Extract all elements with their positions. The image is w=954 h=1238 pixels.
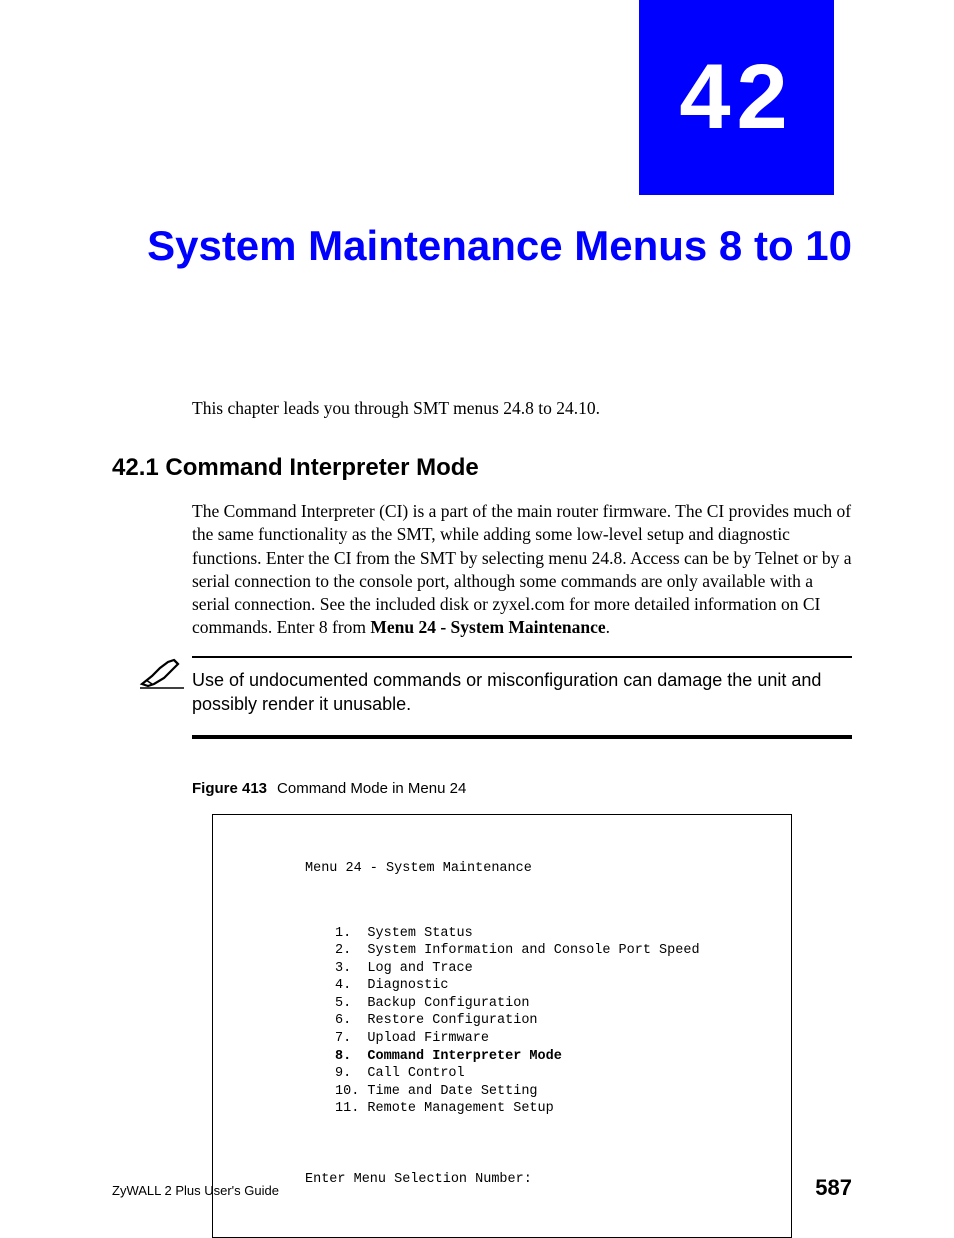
footer-guide-name: ZyWALL 2 Plus User's Guide: [112, 1183, 279, 1198]
note-text: Use of undocumented commands or misconfi…: [192, 668, 852, 717]
note-block: Use of undocumented commands or misconfi…: [192, 656, 852, 739]
figure-caption: Figure 413 Command Mode in Menu 24: [192, 780, 466, 797]
section-paragraph: The Command Interpreter (CI) is a part o…: [192, 500, 852, 640]
footer-page-number: 587: [815, 1175, 852, 1201]
menu-item: 11. Remote Management Setup: [335, 1100, 775, 1118]
menu-item: 10. Time and Date Setting: [335, 1083, 775, 1101]
para-bold: Menu 24 - System Maintenance: [370, 617, 605, 637]
chapter-number: 42: [679, 45, 793, 150]
menu-item: 8. Command Interpreter Mode: [335, 1048, 775, 1066]
menu-item: 1. System Status: [335, 925, 775, 943]
chapter-intro: This chapter leads you through SMT menus…: [192, 398, 852, 419]
menu-item: 2. System Information and Console Port S…: [335, 942, 775, 960]
chapter-number-box: 42: [639, 0, 834, 195]
para-text-2: .: [606, 617, 610, 637]
menu-item: 5. Backup Configuration: [335, 995, 775, 1013]
menu-item: 7. Upload Firmware: [335, 1030, 775, 1048]
menu-item: 4. Diagnostic: [335, 977, 775, 995]
menu-item: 6. Restore Configuration: [335, 1012, 775, 1030]
handwriting-note-icon: [138, 654, 178, 699]
section-heading: 42.1 Command Interpreter Mode: [112, 454, 479, 482]
page-footer: ZyWALL 2 Plus User's Guide 587: [112, 1175, 852, 1201]
note-bottom-rule: [192, 735, 852, 739]
menu-item: 9. Call Control: [335, 1065, 775, 1083]
figure-label: Figure 413: [192, 780, 267, 797]
menu-title: Menu 24 - System Maintenance: [235, 860, 775, 878]
figure-caption-text: Command Mode in Menu 24: [277, 780, 466, 797]
chapter-title: System Maintenance Menus 8 to 10: [112, 220, 852, 273]
menu-item: 3. Log and Trace: [335, 960, 775, 978]
menu-items: 1. System Status2. System Information an…: [235, 925, 775, 1118]
